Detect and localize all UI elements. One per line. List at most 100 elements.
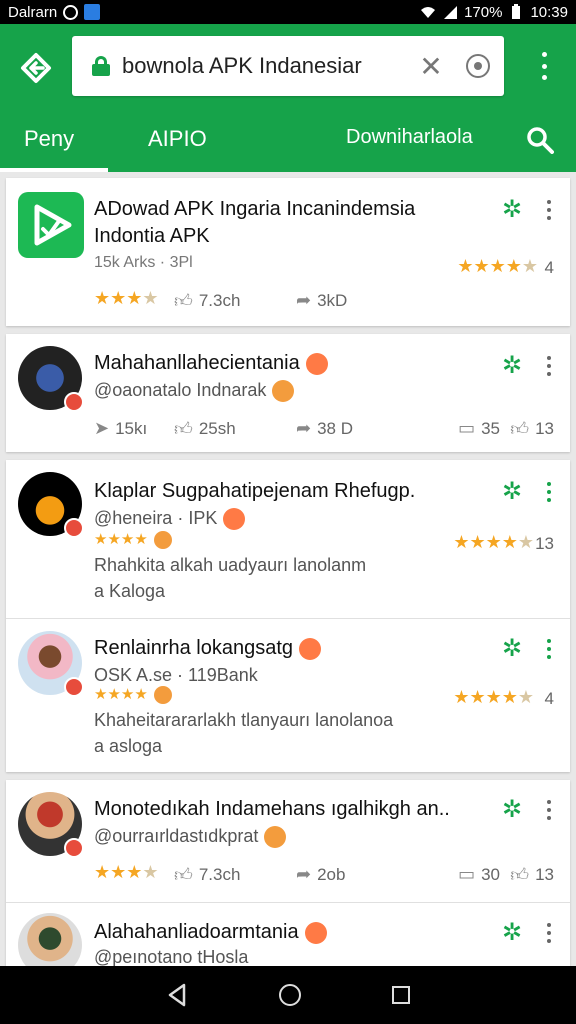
carrier-label: Dalrarn (8, 3, 58, 21)
nav-home-icon[interactable] (278, 984, 301, 1006)
featured-comments[interactable]: ➦ 3kD (296, 290, 347, 311)
post-upvotes[interactable]: 👍︎ 13 (510, 418, 554, 440)
post-body-line1: Rhahkita alkah uadyaurı lanolanm (94, 555, 367, 575)
avatar (18, 792, 84, 858)
post-handle: @heneira · IPK (94, 508, 246, 531)
bookmark-star-icon[interactable]: ✲ (500, 198, 524, 222)
post-more-button[interactable] (546, 923, 552, 943)
post-title: Renlainrha lokangsatg (94, 635, 322, 662)
avatar (18, 472, 84, 538)
list-item[interactable]: Klaplar Sugpahatipejenam Rhefugp. @henei… (6, 460, 570, 618)
app-logo (18, 192, 84, 258)
post-saves[interactable]: ▭ 30 (458, 864, 500, 885)
comment-icon: ➦ (296, 290, 312, 310)
featured-likes[interactable]: 👍︎ 7.3ch (174, 290, 240, 312)
list-item[interactable]: Renlainrha lokangsatg OSK A.se · 119Bank… (6, 619, 570, 772)
post-handle: @ourraırldastıdkprat (94, 826, 287, 849)
active-tab-indicator (0, 168, 108, 172)
app-bar: bownola APK Indanesiar ✕ Peny AIPIO Down… (0, 24, 576, 172)
post-saves[interactable]: ▭ 35 (458, 418, 500, 439)
status-bar: Dalrarn 170% 10:39 (0, 0, 576, 24)
post-mini-stars: ★★★★ (94, 685, 172, 705)
post-body-line1: Khaheitarararlakh tlanyaurı lanolanoa (94, 710, 394, 730)
verified-badge (64, 392, 84, 412)
post-rating-count: 13 (535, 534, 554, 553)
post-shares[interactable]: ➤ 15kı (94, 418, 147, 439)
list-item[interactable]: Alahahanliadoarmtania @peınotano tHosla … (6, 903, 570, 966)
post-handle: @peınotano tHosla (94, 947, 249, 966)
thumbs-up-icon: 👍︎ (510, 865, 530, 885)
emoji-icon (299, 637, 322, 660)
signal-icon (444, 6, 458, 19)
post-body-line2: a Kaloga (94, 581, 166, 601)
post-mini-stars: ★★★★ (94, 862, 159, 882)
play-logo-icon (34, 204, 72, 246)
target-icon[interactable] (466, 54, 490, 78)
post-title: Monotedıkah Indamehans ıgalhikgh an.. (94, 798, 450, 820)
back-button[interactable] (18, 50, 54, 86)
verified-badge (64, 518, 84, 538)
emoji-icon (304, 921, 327, 944)
emoji-icon (153, 531, 172, 550)
system-nav-bar (0, 966, 576, 1024)
search-icon[interactable] (526, 126, 554, 154)
bookmark-star-icon[interactable]: ✲ (500, 921, 524, 945)
tab-bar: Peny AIPIO Downiharlaola (0, 112, 576, 172)
clear-icon[interactable]: ✕ (416, 50, 446, 83)
post-handle: @oaonatalo Indnarak (94, 380, 295, 403)
thumbs-up-icon: 👍︎ (510, 419, 530, 439)
tab-peny[interactable]: Peny (24, 126, 74, 152)
clock: 10:39 (530, 3, 568, 21)
thumbs-up-icon: 👍︎ (174, 419, 193, 439)
avatar (18, 631, 84, 697)
emoji-icon (264, 826, 287, 849)
post-likes[interactable]: 👍︎ 7.3ch (174, 864, 240, 886)
post-body-line2: a asloga (94, 736, 163, 756)
bookmark-star-icon[interactable]: ✲ (500, 480, 524, 504)
bookmark-icon: ▭ (458, 418, 476, 438)
overflow-menu-button[interactable] (532, 52, 556, 80)
list-item[interactable]: Monotedıkah Indamehans ıgalhikgh an.. @o… (6, 780, 570, 900)
post-upvotes[interactable]: 👍︎ 13 (510, 864, 554, 886)
post-title: Mahahanllahecientania (94, 350, 328, 377)
post-list-card: Klaplar Sugpahatipejenam Rhefugp. @henei… (6, 460, 570, 772)
post-mini-stars: ★★★★ (94, 530, 172, 550)
featured-meta: 15k Arks · 3Pl (94, 254, 193, 271)
share-icon: ➤ (94, 418, 110, 438)
post-comments[interactable]: ➦ 2ob (296, 864, 345, 885)
post-more-button[interactable] (546, 800, 552, 820)
nav-recents-icon[interactable] (392, 986, 411, 1004)
post-comments[interactable]: ➦ 38 D (296, 418, 353, 439)
nav-back-icon[interactable] (166, 983, 188, 1007)
tab-downloads[interactable]: Downiharlaola (346, 126, 473, 149)
thumbs-up-icon: 👍︎ (174, 865, 193, 885)
wifi-icon (421, 7, 436, 18)
avatar (18, 346, 84, 412)
verified-badge (64, 838, 84, 858)
bookmark-star-icon[interactable]: ✲ (500, 354, 524, 378)
emoji-icon (223, 508, 246, 531)
post-rating-count: 4 (544, 689, 554, 708)
featured-app-card[interactable]: ADowad APK Ingaria Incanindemsia Indonti… (6, 178, 570, 326)
battery-percent: 170% (464, 3, 503, 21)
lock-icon (92, 56, 110, 76)
post-more-button[interactable] (546, 639, 552, 659)
post-title: Alahahanliadoarmtania (94, 919, 327, 946)
sync-icon (63, 4, 79, 20)
post-likes[interactable]: 👍︎ 25sh (174, 418, 236, 440)
post-handle: OSK A.se · 119Bank (94, 665, 258, 685)
post-more-button[interactable] (546, 482, 552, 502)
url-bar[interactable]: bownola APK Indanesiar ✕ (72, 36, 504, 96)
url-text[interactable]: bownola APK Indanesiar (122, 53, 406, 79)
post-more-button[interactable] (546, 356, 552, 376)
tab-aipio[interactable]: AIPIO (148, 126, 207, 152)
featured-rating-count: 4 (544, 258, 554, 277)
post-rating-stars: ★★★★★ (453, 532, 534, 552)
post-rating-stars: ★★★★★ (453, 687, 534, 707)
post-card[interactable]: Mahahanllahecientania @oaonatalo Indnara… (6, 334, 570, 452)
bookmark-star-icon[interactable]: ✲ (500, 637, 524, 661)
bookmark-star-icon[interactable]: ✲ (500, 798, 524, 822)
featured-more-button[interactable] (546, 200, 552, 220)
avatar (18, 913, 82, 966)
featured-rating-stars: ★★★★★ (457, 256, 538, 276)
